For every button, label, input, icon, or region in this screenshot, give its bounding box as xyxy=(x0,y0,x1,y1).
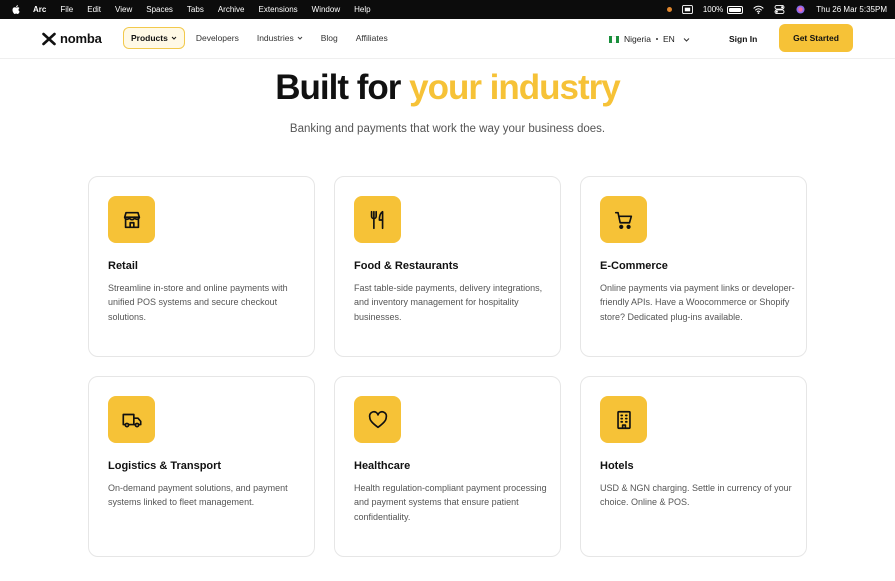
battery-status[interactable]: 100% xyxy=(702,5,744,14)
menu-app-name[interactable]: Arc xyxy=(33,0,46,19)
truck-icon xyxy=(121,413,142,428)
nav-affiliates-label: Affiliates xyxy=(355,33,388,43)
industry-card-food-restaurants[interactable]: Food & Restaurants Fast table-side payme… xyxy=(334,176,561,357)
sign-in-link[interactable]: Sign In xyxy=(729,34,757,44)
nigeria-flag-icon xyxy=(609,35,619,43)
chevron-down-icon xyxy=(171,36,177,40)
get-started-button[interactable]: Get Started xyxy=(779,24,853,52)
battery-icon xyxy=(727,5,744,14)
card-icon-box xyxy=(108,196,155,243)
chevron-down-icon xyxy=(683,37,690,42)
card-description: Streamline in-store and online payments … xyxy=(108,283,288,322)
display-icon[interactable] xyxy=(681,5,693,14)
card-description: On-demand payment solutions, and payment… xyxy=(108,483,288,508)
industry-card-retail[interactable]: Retail Streamline in-store and online pa… xyxy=(88,176,315,357)
fork-knife-icon xyxy=(370,210,383,229)
nav-affiliates[interactable]: Affiliates xyxy=(349,27,395,49)
hero-title-plain: Built for xyxy=(275,68,410,107)
site-header: nomba Products Developers Industries Blo… xyxy=(0,19,895,59)
store-icon xyxy=(123,211,140,228)
nav-products-label: Products xyxy=(131,33,168,43)
chevron-down-icon xyxy=(297,36,303,40)
nav-industries-label: Industries xyxy=(256,33,294,43)
card-icon-box xyxy=(354,196,401,243)
card-title: Hotels xyxy=(600,460,634,472)
logo-text: nomba xyxy=(60,31,102,46)
wifi-icon[interactable] xyxy=(753,5,764,14)
country-language-selector[interactable]: Nigeria EN xyxy=(609,34,690,44)
nomba-logo[interactable]: nomba xyxy=(42,31,102,46)
recording-dot-icon xyxy=(666,7,672,12)
hero-subtitle: Banking and payments that work the way y… xyxy=(289,123,606,135)
card-description: Online payments via payment links or dev… xyxy=(600,283,795,322)
industry-card-e-commerce[interactable]: E-Commerce Online payments via payment l… xyxy=(580,176,807,357)
menu-archive[interactable]: Archive xyxy=(218,0,245,19)
battery-percent: 100% xyxy=(702,5,724,14)
siri-icon[interactable] xyxy=(795,5,806,14)
menu-file[interactable]: File xyxy=(60,0,73,19)
card-description: Health regulation-compliant payment proc… xyxy=(354,483,547,522)
heart-icon xyxy=(368,410,387,428)
menu-spaces[interactable]: Spaces xyxy=(146,0,173,19)
system-menu-bar: Arc File Edit View Spaces Tabs Archive E… xyxy=(0,0,895,19)
separator-dot xyxy=(655,38,658,40)
menu-tabs[interactable]: Tabs xyxy=(187,0,204,19)
card-icon-box xyxy=(108,396,155,443)
menu-view[interactable]: View xyxy=(115,0,132,19)
menu-extensions[interactable]: Extensions xyxy=(259,0,298,19)
card-icon-box xyxy=(354,396,401,443)
main-nav: Products Developers Industries Blog Affi… xyxy=(123,27,399,49)
hero-title-accent: your industry xyxy=(409,68,621,107)
card-icon-box xyxy=(600,396,647,443)
industry-card-logistics-transport[interactable]: Logistics & Transport On-demand payment … xyxy=(88,376,315,557)
card-title: Retail xyxy=(108,260,138,272)
card-title: E-Commerce xyxy=(600,260,668,272)
country-name: Nigeria xyxy=(624,34,651,44)
card-description: Fast table-side payments, delivery integ… xyxy=(354,283,543,322)
nav-blog[interactable]: Blog xyxy=(314,27,345,49)
nav-developers-label: Developers xyxy=(195,33,239,43)
nomba-logo-icon xyxy=(42,32,56,45)
menu-clock[interactable]: Thu 26 Mar 5:35PM xyxy=(816,5,887,14)
control-center-icon[interactable] xyxy=(774,5,785,14)
menu-edit[interactable]: Edit xyxy=(87,0,101,19)
building-icon xyxy=(616,410,631,429)
nav-products[interactable]: Products xyxy=(123,27,185,49)
nav-developers[interactable]: Developers xyxy=(189,27,246,49)
card-title: Logistics & Transport xyxy=(108,460,222,472)
industry-card-hotels[interactable]: Hotels USD & NGN charging. Settle in cur… xyxy=(580,376,807,557)
card-description: USD & NGN charging. Settle in currency o… xyxy=(600,483,792,508)
cart-icon xyxy=(614,211,632,229)
nav-industries[interactable]: Industries xyxy=(250,27,310,49)
card-icon-box xyxy=(600,196,647,243)
card-title: Healthcare xyxy=(354,460,411,472)
nav-blog-label: Blog xyxy=(320,33,338,43)
menu-help[interactable]: Help xyxy=(354,0,370,19)
apple-icon[interactable] xyxy=(11,4,22,15)
industry-card-healthcare[interactable]: Healthcare Health regulation-compliant p… xyxy=(334,376,561,557)
language-code: EN xyxy=(662,34,675,44)
hero-title: Built for your industry xyxy=(0,68,895,108)
card-title: Food & Restaurants xyxy=(354,260,459,272)
menu-window[interactable]: Window xyxy=(312,0,340,19)
